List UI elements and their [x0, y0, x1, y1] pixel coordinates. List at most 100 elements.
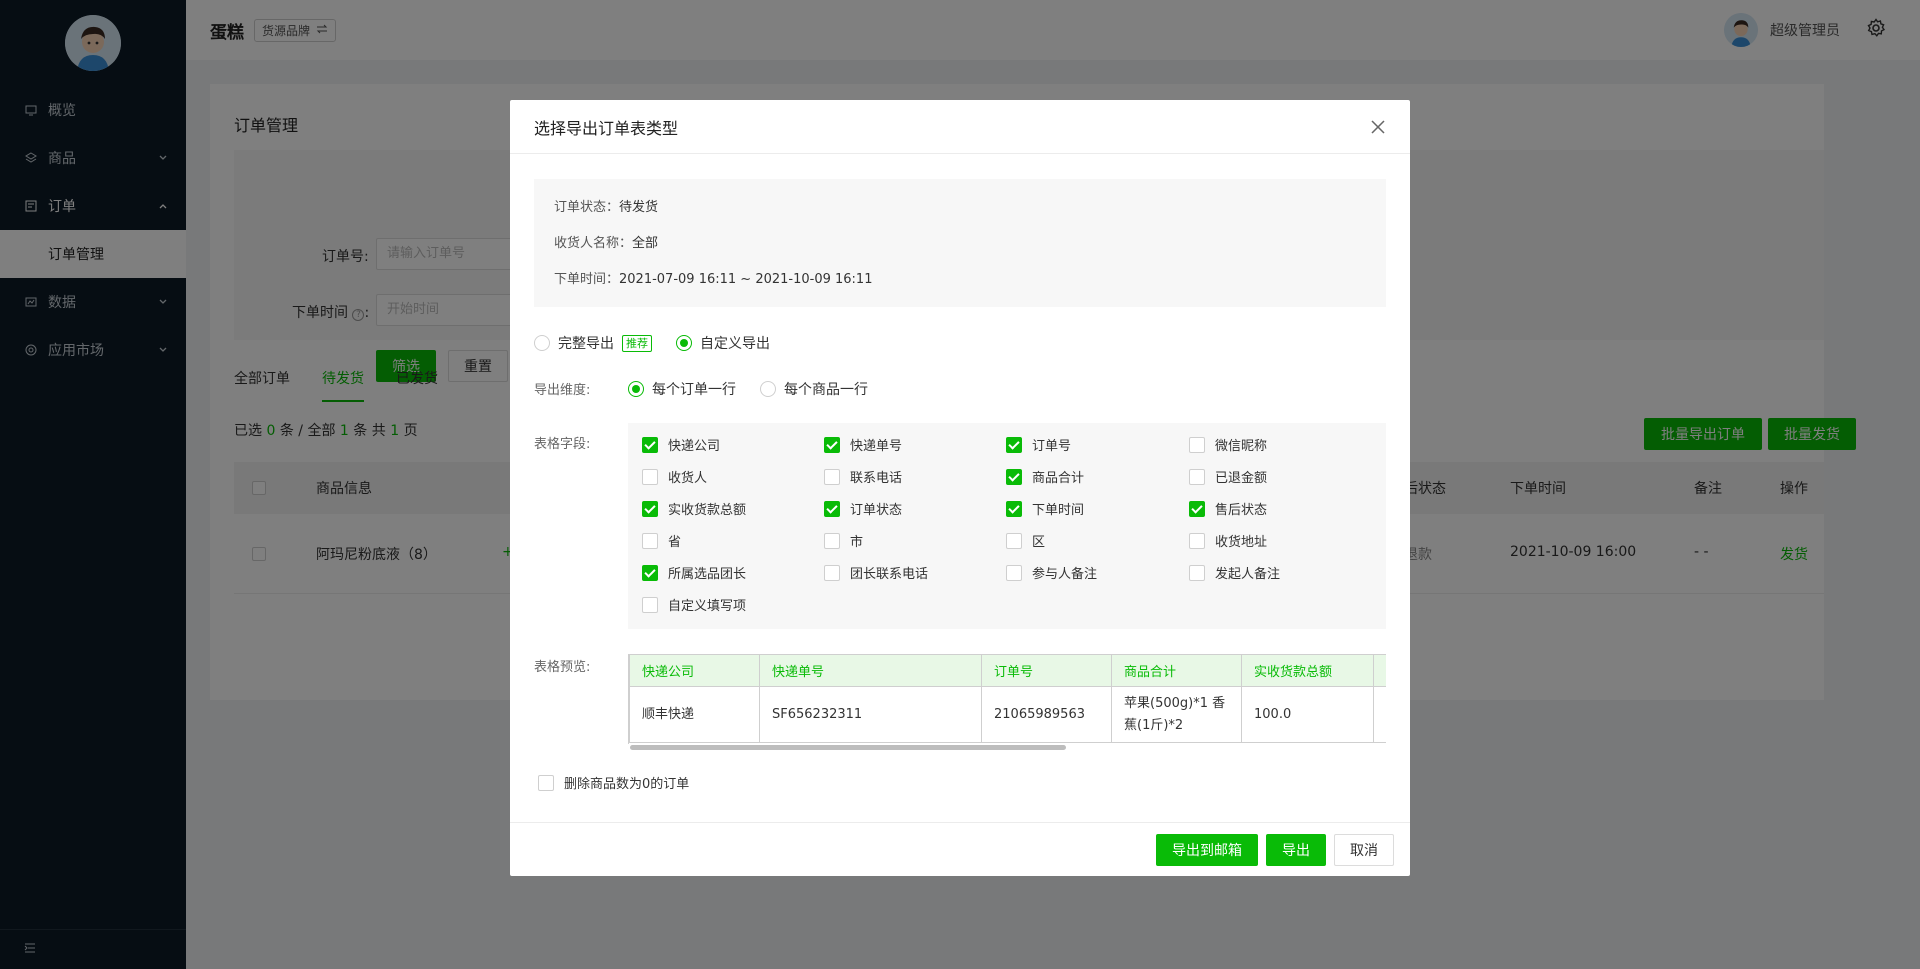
field-option-label: 订单状态: [850, 503, 903, 518]
preview-header-cell: 快递单号: [759, 654, 982, 687]
field-option[interactable]: 发起人备注: [1189, 563, 1280, 582]
preview-header-cell: 订单号: [981, 654, 1112, 687]
preview-header-cell: 实收货款总额: [1241, 654, 1374, 687]
preview-header-row: 快递公司 快递单号 订单号 商品合计 实收货款总额 订: [629, 654, 1386, 687]
modal-footer: 导出到邮箱 导出 取消: [510, 822, 1410, 876]
recommend-badge: 推荐: [622, 334, 652, 352]
table-row: 顺丰快递 SF656232311 21065989563 苹果(500g)*1 …: [629, 686, 1386, 743]
field-option[interactable]: 团长联系电话: [824, 563, 928, 582]
checkbox: [1189, 500, 1205, 517]
checkbox: [1189, 436, 1205, 453]
field-option[interactable]: 已退金额: [1189, 467, 1267, 486]
checkbox: [642, 532, 658, 549]
field-option-label: 售后状态: [1215, 503, 1268, 518]
close-icon[interactable]: [1368, 117, 1388, 137]
checkbox: [1006, 564, 1022, 581]
checkbox: [1189, 532, 1205, 549]
field-option-label: 团长联系电话: [850, 567, 929, 582]
radio-circle: [676, 335, 692, 351]
checkbox: [824, 500, 840, 517]
dimension-label: 导出维度:: [534, 383, 591, 398]
field-option[interactable]: 快递公司: [642, 435, 720, 454]
export-button[interactable]: 导出: [1266, 834, 1326, 866]
checkbox: [642, 596, 658, 613]
field-option[interactable]: 订单状态: [824, 499, 902, 518]
field-option-label: 收货人: [668, 471, 708, 486]
checkbox: [1006, 436, 1022, 453]
checkbox: [824, 468, 840, 485]
field-option-label: 参与人备注: [1032, 567, 1098, 582]
preview-table: 快递公司 快递单号 订单号 商品合计 实收货款总额 订 顺丰快递 SF65623…: [629, 654, 1386, 743]
checkbox: [1189, 468, 1205, 485]
field-option[interactable]: 下单时间: [1006, 499, 1084, 518]
dimension-group: 每个订单一行 每个商品一行: [628, 379, 892, 399]
preview-header-cell: 快递公司: [629, 654, 760, 687]
field-option-label: 省: [668, 535, 682, 550]
fields-label: 表格字段:: [534, 437, 591, 452]
field-option[interactable]: 参与人备注: [1006, 563, 1097, 582]
preview-scrollbar[interactable]: [630, 745, 1066, 750]
field-option-label: 订单号: [1032, 439, 1072, 454]
export-modal: 选择导出订单表类型 订单状态：待发货 收货人名称：全部 下单时间：2021-07…: [510, 100, 1410, 876]
field-option[interactable]: 所属选品团长: [642, 563, 746, 582]
field-option-label: 市: [850, 535, 864, 550]
export-to-email-button[interactable]: 导出到邮箱: [1156, 834, 1258, 866]
preview-header-cell: 订: [1373, 654, 1386, 687]
custom-export-radio[interactable]: 自定义导出: [676, 333, 770, 353]
checkbox: [538, 774, 554, 791]
checkbox: [824, 564, 840, 581]
field-option[interactable]: 联系电话: [824, 467, 902, 486]
checkbox: [824, 436, 840, 453]
field-option[interactable]: 市: [824, 531, 863, 550]
field-option[interactable]: 快递单号: [824, 435, 902, 454]
field-option-label: 收货地址: [1215, 535, 1268, 550]
field-option-label: 联系电话: [850, 471, 903, 486]
filter-info-box: 订单状态：待发货 收货人名称：全部 下单时间：2021-07-09 16:11 …: [534, 179, 1386, 307]
field-option[interactable]: 自定义填写项: [642, 595, 746, 614]
field-option-label: 自定义填写项: [668, 599, 747, 614]
per-order-row-radio[interactable]: 每个订单一行: [628, 379, 736, 399]
checkbox: [1189, 564, 1205, 581]
preview-cell: 苹果(500g)*1 香蕉(1斤)*2: [1111, 686, 1242, 743]
field-option[interactable]: 微信昵称: [1189, 435, 1267, 454]
table-preview[interactable]: 快递公司 快递单号 订单号 商品合计 实收货款总额 订 顺丰快递 SF65623…: [628, 654, 1386, 744]
modal-header: 选择导出订单表类型: [510, 100, 1410, 154]
cancel-button[interactable]: 取消: [1334, 834, 1394, 866]
field-option-label: 快递单号: [850, 439, 903, 454]
field-option[interactable]: 区: [1006, 531, 1045, 550]
preview-cell: 21065989563: [981, 686, 1112, 743]
preview-header-cell: 商品合计: [1111, 654, 1242, 687]
checkbox: [642, 564, 658, 581]
checkbox: [1006, 532, 1022, 549]
preview-cell: 100.0: [1241, 686, 1374, 743]
field-option-label: 快递公司: [668, 439, 721, 454]
preview-cell: SF656232311: [759, 686, 982, 743]
field-option[interactable]: 收货人: [642, 467, 707, 486]
radio-circle: [760, 381, 776, 397]
field-option[interactable]: 收货地址: [1189, 531, 1267, 550]
field-option-label: 下单时间: [1032, 503, 1085, 518]
field-option[interactable]: 实收货款总额: [642, 499, 746, 518]
preview-cell: 待: [1373, 686, 1386, 743]
field-option[interactable]: 省: [642, 531, 681, 550]
field-option-label: 微信昵称: [1215, 439, 1268, 454]
modal-title: 选择导出订单表类型: [534, 118, 679, 138]
delete-zero-qty-checkbox[interactable]: 删除商品数为0的订单: [538, 773, 689, 792]
field-option[interactable]: 商品合计: [1006, 467, 1084, 486]
field-option-label: 区: [1032, 535, 1046, 550]
field-option[interactable]: 售后状态: [1189, 499, 1267, 518]
per-product-row-radio[interactable]: 每个商品一行: [760, 379, 868, 399]
checkbox: [1006, 468, 1022, 485]
field-option-label: 已退金额: [1215, 471, 1268, 486]
preview-label: 表格预览:: [534, 660, 591, 675]
field-option-label: 发起人备注: [1215, 567, 1281, 582]
field-option[interactable]: 订单号: [1006, 435, 1071, 454]
full-export-radio[interactable]: 完整导出 推荐: [534, 333, 652, 353]
radio-circle: [628, 381, 644, 397]
field-option-label: 所属选品团长: [668, 567, 747, 582]
export-mode-group: 完整导出 推荐 自定义导出: [534, 333, 794, 353]
info-order-status: 订单状态：待发货: [554, 200, 659, 215]
checkbox: [642, 500, 658, 517]
field-option-label: 实收货款总额: [668, 503, 747, 518]
checkbox: [642, 436, 658, 453]
